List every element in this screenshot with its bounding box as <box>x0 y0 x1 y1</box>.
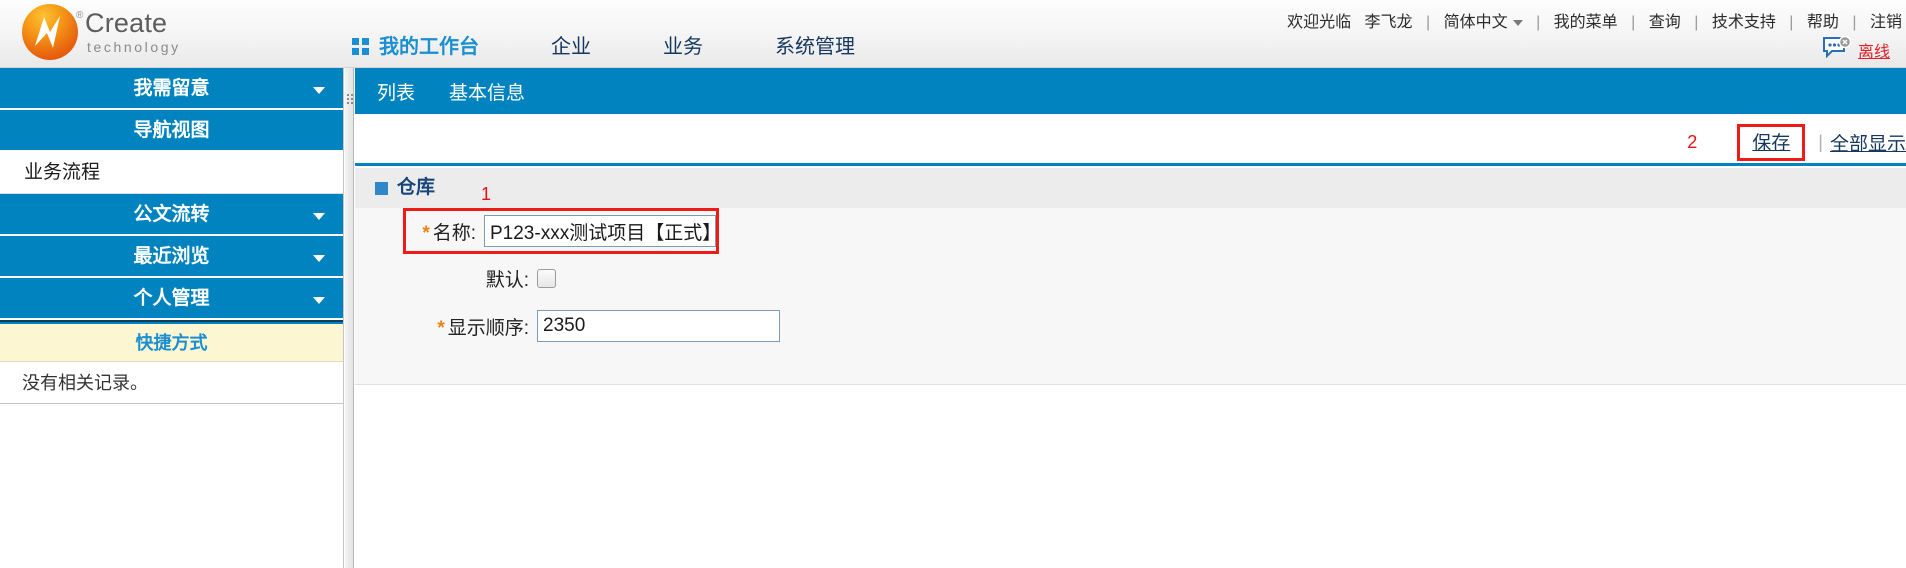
link-separator: | <box>1536 14 1541 31</box>
splitter-grip-icon <box>347 94 353 104</box>
nav-item-system-management[interactable]: 系统管理 <box>775 30 855 59</box>
link-separator: | <box>1789 14 1794 31</box>
square-bullet-icon <box>375 181 388 195</box>
nav-item-my-workbench[interactable]: 我的工作台 <box>352 30 479 59</box>
panel-header: 仓库 1 <box>355 168 1906 208</box>
tab-bar: 列表 基本信息 <box>355 68 1906 114</box>
form-label-default: 默认: <box>485 269 529 291</box>
chat-bubble-offline-icon <box>1822 35 1853 63</box>
chevron-down-icon <box>313 87 325 94</box>
chevron-down-icon <box>313 255 325 262</box>
toolbar-actions: 2 保存 | 全部显示 <box>1687 124 1906 161</box>
link-separator: | <box>1425 14 1431 31</box>
header-link-tech-support[interactable]: 技术支持 <box>1712 14 1776 31</box>
header-utility-links: 欢迎光临 李飞龙 | 简体中文 | 我的菜单 | 查询 | 技术支持 | 帮助 … <box>1287 8 1902 32</box>
action-toolbar: 2 保存 | 全部显示 <box>355 114 1906 166</box>
sidebar-item-my-attention-label: 我需留意 <box>133 78 210 99</box>
form-row-display-order: * 显示顺序: <box>355 302 1906 350</box>
create-lightning-logo-icon <box>22 4 78 60</box>
save-button[interactable]: 保存 <box>1752 133 1790 154</box>
shortcut-empty-message: 没有相关记录。 <box>0 362 343 404</box>
content-area: 列表 基本信息 2 保存 | 全部显示 仓库 1 * 名称: P123-xxx测… <box>355 68 1906 568</box>
offline-status-label[interactable]: 离线 <box>1858 38 1890 62</box>
top-header: ® Create technology 我的工作台 企业 业务 系统管理 欢迎光… <box>0 0 1906 68</box>
header-link-query[interactable]: 查询 <box>1649 14 1681 31</box>
annotation-step-1: 1 <box>481 184 492 204</box>
sidebar-item-personal-management-label: 个人管理 <box>133 288 210 309</box>
toolbar-separator: | <box>1818 132 1823 152</box>
chevron-down-icon <box>1512 19 1523 26</box>
sidebar-splitter[interactable] <box>345 68 354 568</box>
sidebar: 我需留意 导航视图 业务流程 公文流转 最近浏览 个人管理 快捷方式 没有相关记… <box>0 68 344 568</box>
form-row-name: * 名称: <box>403 208 719 254</box>
nav-item-business[interactable]: 业务 <box>663 30 703 59</box>
current-user-name[interactable]: 李飞龙 <box>1365 14 1413 31</box>
show-all-button[interactable]: 全部显示 <box>1830 129 1906 156</box>
registered-mark: ® <box>76 10 84 21</box>
panel-title: 仓库 <box>397 177 436 198</box>
name-input[interactable] <box>484 215 716 247</box>
link-separator: | <box>1852 14 1857 31</box>
header-link-my-menu[interactable]: 我的菜单 <box>1554 14 1618 31</box>
form-label-name-text: 名称: <box>432 222 476 244</box>
main-navigation: 我的工作台 企业 业务 系统管理 <box>352 30 927 59</box>
header-link-help[interactable]: 帮助 <box>1807 14 1839 31</box>
sidebar-item-recent-browse[interactable]: 最近浏览 <box>0 236 343 278</box>
sidebar-item-business-process[interactable]: 业务流程 <box>0 152 343 194</box>
offline-status[interactable]: 离线 <box>1822 35 1890 63</box>
body-wrapper: 我需留意 导航视图 业务流程 公文流转 最近浏览 个人管理 快捷方式 没有相关记… <box>0 68 1906 568</box>
brand-wordmark: ® Create technology <box>76 8 181 55</box>
default-checkbox[interactable] <box>537 268 556 288</box>
grid-dots-icon <box>352 37 369 55</box>
save-button-highlight: 保存 <box>1737 124 1806 161</box>
chevron-down-icon <box>313 213 325 220</box>
sidebar-item-business-process-label: 业务流程 <box>24 162 101 183</box>
annotation-step-2: 2 <box>1687 132 1698 152</box>
tab-list[interactable]: 列表 <box>377 78 415 105</box>
brand-tagline: technology <box>87 39 181 55</box>
brand-name-text: Create <box>85 8 168 38</box>
form-row-default: 默认: <box>355 254 1906 302</box>
sidebar-item-my-attention[interactable]: 我需留意 <box>0 68 343 110</box>
sidebar-item-document-flow-label: 公文流转 <box>133 204 210 225</box>
language-selector[interactable]: 简体中文 <box>1444 14 1523 31</box>
nav-item-enterprise[interactable]: 企业 <box>551 30 591 59</box>
tab-basic-info[interactable]: 基本信息 <box>449 78 525 105</box>
nav-item-my-workbench-label: 我的工作台 <box>379 36 479 58</box>
sidebar-item-personal-management[interactable]: 个人管理 <box>0 278 343 320</box>
required-mark: * <box>437 317 445 339</box>
form-label-name: * 名称: <box>420 218 484 245</box>
sidebar-item-recent-browse-label: 最近浏览 <box>133 246 210 267</box>
required-mark: * <box>422 222 430 244</box>
header-link-logout[interactable]: 注销 <box>1870 14 1902 31</box>
language-label: 简体中文 <box>1443 14 1508 31</box>
sidebar-item-navigation-view-label: 导航视图 <box>133 120 210 141</box>
form-panel: 仓库1 *名称: 默认: *显示顺序: <box>355 168 1906 385</box>
welcome-text: 欢迎光临 <box>1287 14 1352 31</box>
sidebar-item-document-flow[interactable]: 公文流转 <box>0 194 343 236</box>
brand-logo[interactable]: ® Create technology <box>22 4 181 60</box>
link-separator: | <box>1694 14 1699 31</box>
form-label-display-order-text: 显示顺序: <box>447 317 529 339</box>
form-label-display-order: * 显示顺序: <box>417 313 537 340</box>
link-separator: | <box>1631 14 1636 31</box>
chevron-down-icon <box>313 297 325 304</box>
sidebar-item-navigation-view[interactable]: 导航视图 <box>0 110 343 152</box>
shortcut-section-title: 快捷方式 <box>0 324 343 362</box>
display-order-input[interactable] <box>537 310 780 342</box>
brand-name: ® Create <box>76 8 181 38</box>
